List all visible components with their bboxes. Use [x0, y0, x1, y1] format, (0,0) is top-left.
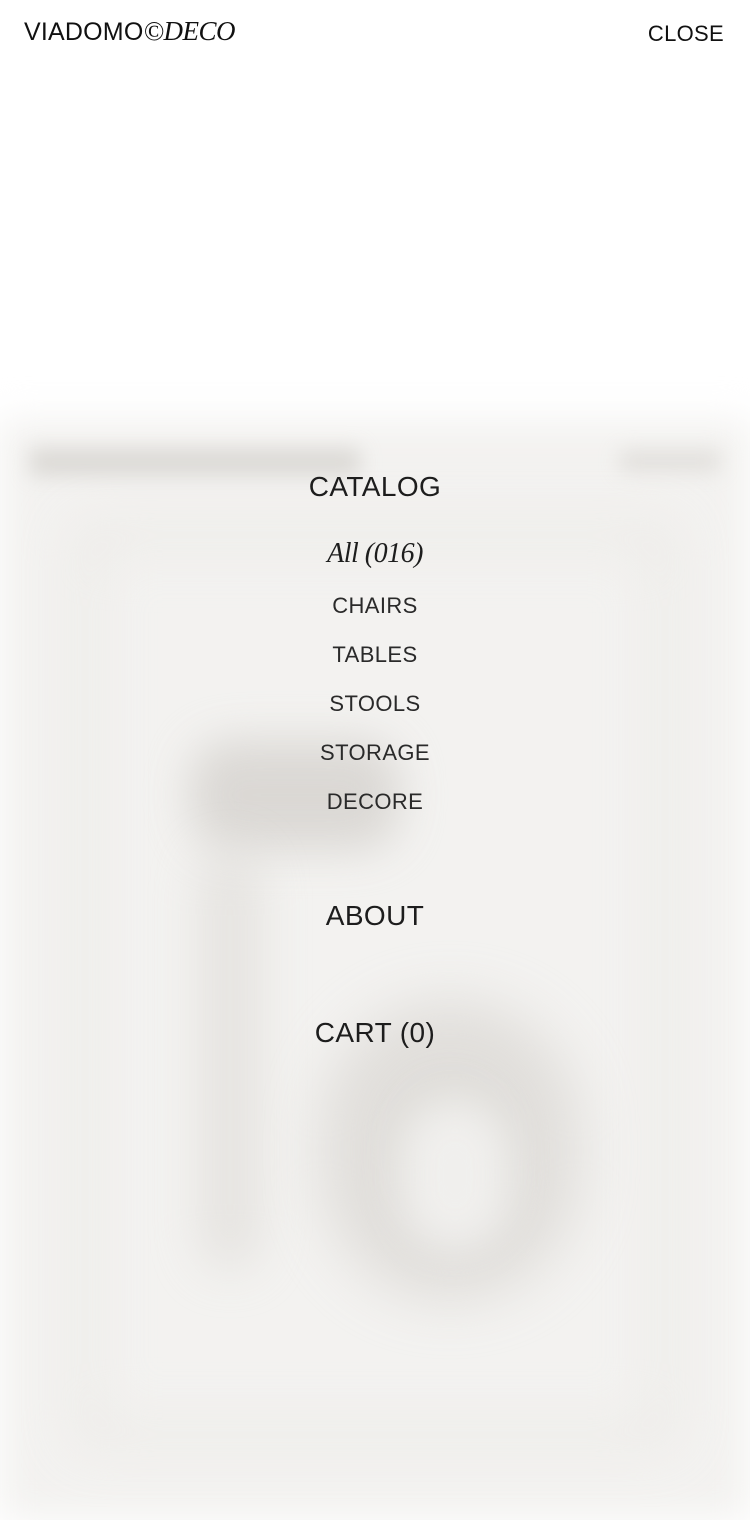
category-item-chairs[interactable]: CHAIRS: [0, 592, 750, 641]
menu-item-catalog[interactable]: CATALOG: [0, 471, 750, 503]
menu-item-cart[interactable]: CART (0): [0, 1017, 750, 1049]
navigation-menu: CATALOG All (016) CHAIRS TABLES STOOLS S…: [0, 0, 750, 1520]
menu-item-about[interactable]: ABOUT: [0, 900, 750, 932]
category-list: CHAIRS TABLES STOOLS STORAGE DECORE: [0, 592, 750, 837]
category-item-storage[interactable]: STORAGE: [0, 739, 750, 788]
category-item-tables[interactable]: TABLES: [0, 641, 750, 690]
category-item-decore[interactable]: DECORE: [0, 788, 750, 837]
category-item-stools[interactable]: STOOLS: [0, 690, 750, 739]
catalog-all-link[interactable]: All (016): [0, 538, 750, 570]
